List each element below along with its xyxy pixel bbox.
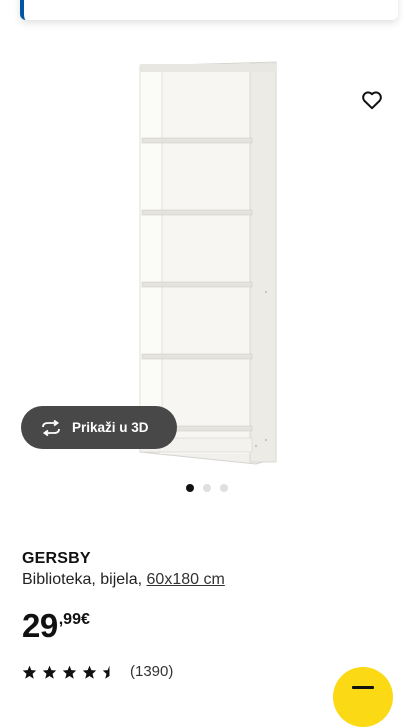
rotate-arrows-icon bbox=[42, 419, 60, 436]
product-size-link[interactable]: 60x180 cm bbox=[147, 571, 225, 588]
review-count: (1390) bbox=[130, 663, 174, 680]
star-icon bbox=[82, 665, 97, 679]
favorite-button[interactable] bbox=[357, 86, 387, 114]
product-type-color: Biblioteka, bijela, bbox=[22, 571, 147, 588]
product-image bbox=[139, 61, 277, 465]
product-description: Biblioteka, bijela, 60x180 cm bbox=[22, 571, 225, 589]
rating-stars bbox=[22, 665, 117, 679]
view-in-3d-button[interactable]: Prikaži u 3D bbox=[21, 406, 177, 449]
star-icon bbox=[42, 665, 57, 679]
product-price: 29,99€ bbox=[22, 608, 90, 644]
price-integer: 29 bbox=[22, 607, 58, 644]
carousel-indicator bbox=[186, 484, 228, 492]
product-name: GERSBY bbox=[22, 550, 91, 567]
top-notice-card bbox=[20, 0, 398, 20]
heart-outline-icon bbox=[362, 91, 382, 110]
carousel-dot-active[interactable] bbox=[186, 484, 194, 492]
carousel-dot[interactable] bbox=[203, 484, 211, 492]
menu-icon bbox=[352, 686, 374, 689]
star-half-icon bbox=[102, 665, 117, 679]
carousel-dot[interactable] bbox=[220, 484, 228, 492]
view-in-3d-label: Prikaži u 3D bbox=[72, 420, 149, 435]
product-rating[interactable]: (1390) bbox=[22, 663, 173, 680]
price-decimal: ,99€ bbox=[58, 611, 90, 628]
floating-menu-button[interactable] bbox=[333, 667, 393, 727]
star-icon bbox=[62, 665, 77, 679]
star-icon bbox=[22, 665, 37, 679]
